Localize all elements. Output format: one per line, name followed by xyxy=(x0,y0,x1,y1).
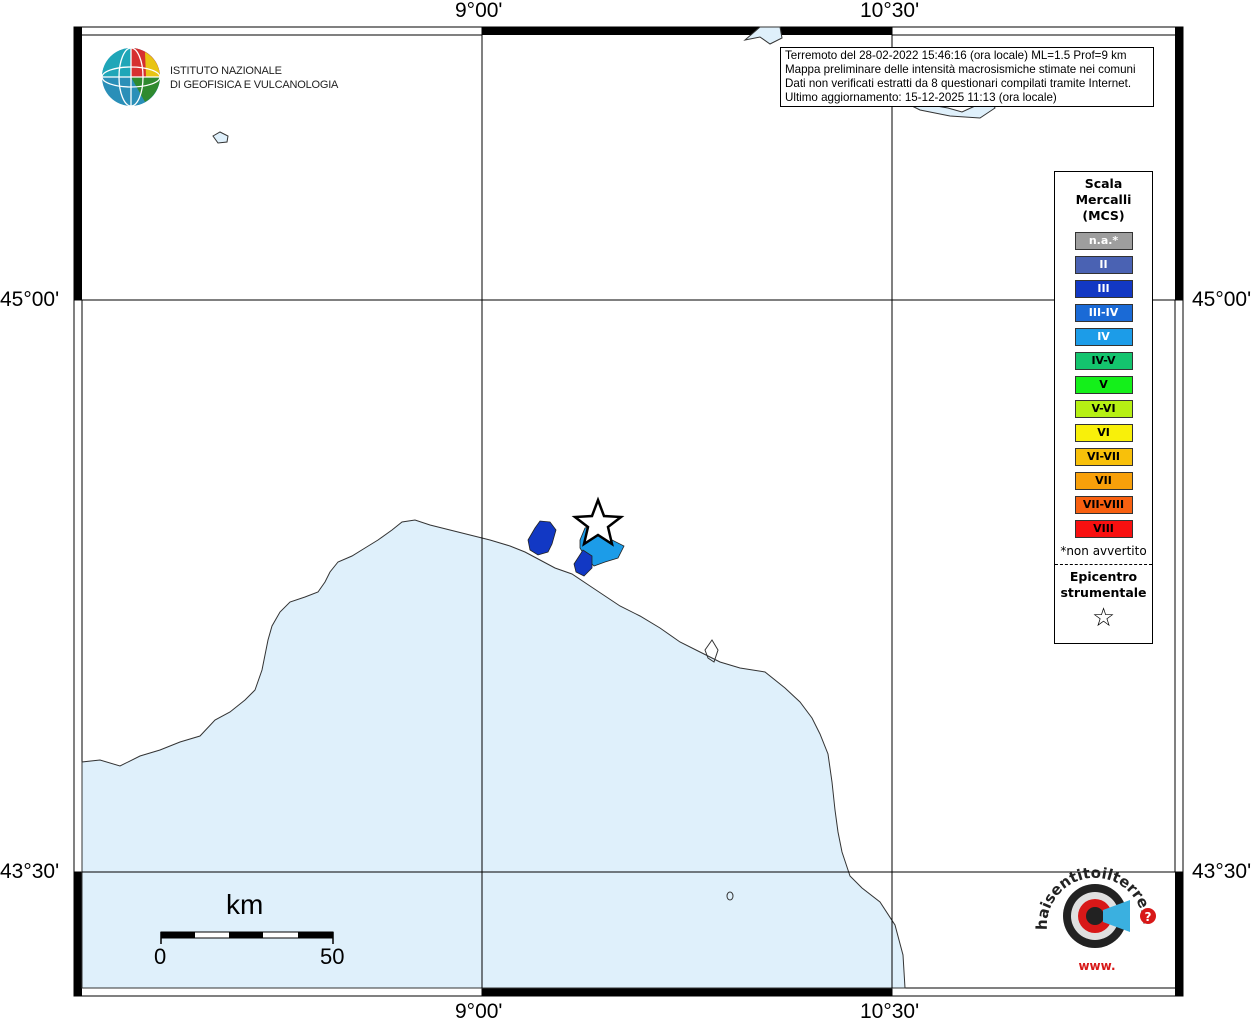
ingv-line-2: DI GEOFISICA E VULCANOLOGIA xyxy=(170,79,339,91)
sea-area xyxy=(81,519,906,989)
epicenter-label-line-1: Epicentro xyxy=(1069,569,1138,584)
lon-label-top-9: 9°00' xyxy=(455,0,503,22)
legend-swatch-iv-v: IV-V xyxy=(1074,352,1133,370)
legend-swatch-ii: II xyxy=(1074,256,1133,274)
legend-title-line-2: Mercalli xyxy=(1075,192,1132,207)
ingv-logo-text: ISTITUTO NAZIONALE DI GEOFISICA E VULCAN… xyxy=(170,64,338,92)
legend-swatch-vi: VI xyxy=(1074,424,1133,442)
lon-label-top-10-30: 10°30' xyxy=(860,0,920,22)
ingv-line-1: ISTITUTO NAZIONALE xyxy=(170,65,282,77)
ingv-globe-icon xyxy=(101,47,161,107)
island xyxy=(726,891,734,901)
lat-label-right-43-30: 43°30' xyxy=(1192,860,1252,883)
lon-label-bottom-9: 9°00' xyxy=(455,1000,503,1023)
legend-swatch-iv: IV xyxy=(1074,328,1133,346)
epicenter-legend-label: Epicentro strumentale xyxy=(1055,569,1152,601)
legend-swatch-viii: VIII xyxy=(1074,520,1133,538)
legend-swatch-v: V xyxy=(1074,376,1133,394)
legend-title: Scala Mercalli (MCS) xyxy=(1055,176,1152,224)
municipality-intensity-iii[interactable] xyxy=(573,549,593,577)
legend-title-line-3: (MCS) xyxy=(1082,208,1125,223)
svg-text:?: ? xyxy=(1145,910,1152,924)
lat-label-right-45: 45°00' xyxy=(1192,288,1252,311)
legend-title-line-1: Scala xyxy=(1084,176,1123,191)
legend-note: *non avvertito xyxy=(1060,544,1147,558)
epicenter-label-line-2: strumentale xyxy=(1060,585,1147,600)
legend-swatch-vii-viii: VII-VIII xyxy=(1074,496,1133,514)
mcs-legend: Scala Mercalli (MCS) n.a.* II III III-IV IV I… xyxy=(1054,171,1153,644)
event-info-box: Terremoto del 28-02-2022 15:46:16 (ora l… xyxy=(780,47,1154,107)
lat-label-left-43-30: 43°30' xyxy=(0,860,60,883)
legend-swatch-vi-vii: VI-VII xyxy=(1074,448,1133,466)
legend-swatches: n.a.* II III III-IV IV IV-V V V-VI VI VI-VII VII VI… xyxy=(1055,232,1152,538)
scale-min-label: 0 xyxy=(154,944,167,969)
island xyxy=(212,131,229,144)
info-line-1: Terremoto del 28-02-2022 15:46:16 (ora l… xyxy=(785,49,1127,62)
legend-swatch-n-a: n.a.* xyxy=(1074,232,1133,250)
lat-label-left-45: 45°00' xyxy=(0,288,60,311)
info-line-2: Mappa preliminare delle intensità macros… xyxy=(785,63,1136,76)
municipality-intensity-iii[interactable] xyxy=(527,520,557,556)
lon-label-bottom-10-30: 10°30' xyxy=(860,1000,920,1023)
scale-max-label: 50 xyxy=(320,944,345,969)
legend-swatch-vii: VII xyxy=(1074,472,1133,490)
legend-swatch-iii: III xyxy=(1074,280,1133,298)
epicenter-legend-star-icon: ☆ xyxy=(1091,603,1116,633)
info-line-4: Ultimo aggiornamento: 15-12-2025 11:13 (… xyxy=(785,91,1057,104)
legend-divider xyxy=(1055,564,1152,565)
haisentito-www: www. xyxy=(1078,959,1115,973)
legend-swatch-v-vi: V-VI xyxy=(1074,400,1133,418)
legend-swatch-iii-iv: III-IV xyxy=(1074,304,1133,322)
haisentito-logo[interactable]: haisentitoilterremoto.it ? www. xyxy=(1035,860,1160,980)
scale-unit-label: km xyxy=(226,889,264,920)
info-line-3: Dati non verificati estratti da 8 questi… xyxy=(785,77,1132,90)
